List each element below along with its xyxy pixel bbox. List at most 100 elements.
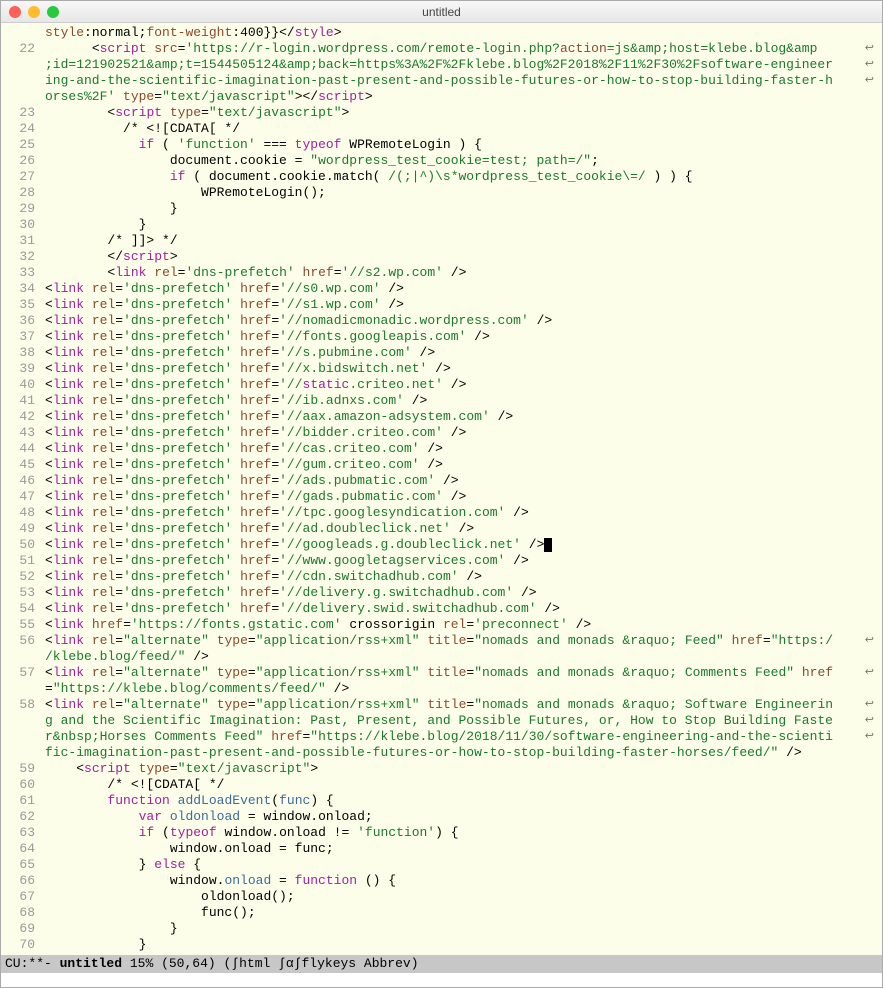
line-number: 28 bbox=[3, 185, 35, 201]
code-line[interactable]: <link rel='dns-prefetch' href='//gads.pu… bbox=[45, 489, 878, 505]
code-line[interactable]: <link rel='dns-prefetch' href='//cdn.swi… bbox=[45, 569, 878, 585]
code-line[interactable]: <link rel='dns-prefetch' href='//ads.pub… bbox=[45, 473, 878, 489]
code-line[interactable]: <link rel='dns-prefetch' href='//aax.ama… bbox=[45, 409, 878, 425]
editor-area[interactable]: 2223242526272829303132333435363738394041… bbox=[1, 23, 882, 955]
line-number bbox=[3, 729, 35, 745]
code-line[interactable]: <link rel='dns-prefetch' href='//deliver… bbox=[45, 585, 878, 601]
code-line[interactable]: g and the Scientific Imagination: Past, … bbox=[45, 713, 878, 729]
mode-line: CU:**- untitled 15% (50,64) (∫html ∫α∫fl… bbox=[1, 955, 882, 973]
code-line[interactable]: /* <![CDATA[ */ bbox=[45, 121, 878, 137]
code-line[interactable]: <link rel='dns-prefetch' href='//nomadic… bbox=[45, 313, 878, 329]
code-line[interactable]: var oldonload = window.onload; bbox=[45, 809, 878, 825]
code-line[interactable]: } bbox=[45, 201, 878, 217]
code-line[interactable]: <link rel='dns-prefetch' href='//ad.doub… bbox=[45, 521, 878, 537]
line-number: 62 bbox=[3, 809, 35, 825]
code-line[interactable]: <script src='https://r-login.wordpress.c… bbox=[45, 41, 878, 57]
code-line[interactable]: oldonload(); bbox=[45, 889, 878, 905]
code-line[interactable]: <link rel='dns-prefetch' href='//tpc.goo… bbox=[45, 505, 878, 521]
code-line[interactable]: /* <![CDATA[ */ bbox=[45, 777, 878, 793]
titlebar[interactable]: untitled bbox=[1, 1, 882, 23]
line-number: 31 bbox=[3, 233, 35, 249]
code-content[interactable]: style:normal;font-weight:400}}</style> <… bbox=[41, 23, 882, 955]
code-line[interactable]: ing-and-the-scientific-imagination-past-… bbox=[45, 73, 878, 89]
window-title: untitled bbox=[1, 5, 882, 19]
line-number bbox=[3, 745, 35, 761]
code-line[interactable]: <link rel='dns-prefetch' href='//static.… bbox=[45, 377, 878, 393]
line-number: 48 bbox=[3, 505, 35, 521]
code-line[interactable]: <script type="text/javascript"> bbox=[45, 105, 878, 121]
code-line[interactable]: } bbox=[45, 937, 878, 953]
line-number: 46 bbox=[3, 473, 35, 489]
line-number: 63 bbox=[3, 825, 35, 841]
line-number bbox=[3, 57, 35, 73]
line-number bbox=[3, 713, 35, 729]
line-number: 54 bbox=[3, 601, 35, 617]
line-number: 45 bbox=[3, 457, 35, 473]
code-line[interactable]: /klebe.blog/feed/" /> bbox=[45, 649, 878, 665]
line-number: 56 bbox=[3, 633, 35, 649]
code-line[interactable]: <link rel='dns-prefetch' href='//bidder.… bbox=[45, 425, 878, 441]
code-line[interactable]: <script type="text/javascript"> bbox=[45, 761, 878, 777]
code-line[interactable]: style:normal;font-weight:400}}</style> bbox=[45, 25, 878, 41]
code-line[interactable]: <link rel='dns-prefetch' href='//www.goo… bbox=[45, 553, 878, 569]
line-number: 67 bbox=[3, 889, 35, 905]
code-line[interactable]: <link rel='dns-prefetch' href='//s2.wp.c… bbox=[45, 265, 878, 281]
line-number: 47 bbox=[3, 489, 35, 505]
code-line[interactable]: if ( 'function' === typeof WPRemoteLogin… bbox=[45, 137, 878, 153]
line-number: 32 bbox=[3, 249, 35, 265]
code-line[interactable]: <link rel='dns-prefetch' href='//fonts.g… bbox=[45, 329, 878, 345]
line-number: 22 bbox=[3, 41, 35, 57]
line-number bbox=[3, 681, 35, 697]
modeline-percent: 15% bbox=[130, 956, 153, 971]
code-line[interactable]: <link rel='dns-prefetch' href='//gum.cri… bbox=[45, 457, 878, 473]
line-number: 61 bbox=[3, 793, 35, 809]
code-line[interactable]: ="https://klebe.blog/comments/feed/" /> bbox=[45, 681, 878, 697]
line-number: 58 bbox=[3, 697, 35, 713]
code-line[interactable]: } else { bbox=[45, 857, 878, 873]
line-number: 34 bbox=[3, 281, 35, 297]
code-line[interactable]: fic-imagination-past-present-and-possibl… bbox=[45, 745, 878, 761]
code-line[interactable]: <link href='https://fonts.gstatic.com' c… bbox=[45, 617, 878, 633]
code-line[interactable]: <link rel='dns-prefetch' href='//s0.wp.c… bbox=[45, 281, 878, 297]
code-line[interactable]: function addLoadEvent(func) { bbox=[45, 793, 878, 809]
line-number: 70 bbox=[3, 937, 35, 953]
code-line[interactable]: <link rel='dns-prefetch' href='//deliver… bbox=[45, 601, 878, 617]
code-line[interactable]: <link rel='dns-prefetch' href='//cas.cri… bbox=[45, 441, 878, 457]
line-number: 39 bbox=[3, 361, 35, 377]
line-number: 50 bbox=[3, 537, 35, 553]
code-line[interactable]: window.onload = function () { bbox=[45, 873, 878, 889]
code-line[interactable]: <link rel='dns-prefetch' href='//s1.wp.c… bbox=[45, 297, 878, 313]
line-number: 26 bbox=[3, 153, 35, 169]
code-line[interactable]: <link rel='dns-prefetch' href='//s.pubmi… bbox=[45, 345, 878, 361]
code-line[interactable]: window.onload = func; bbox=[45, 841, 878, 857]
code-line[interactable]: } bbox=[45, 921, 878, 937]
line-number: 53 bbox=[3, 585, 35, 601]
code-line[interactable]: <link rel='dns-prefetch' href='//ib.adnx… bbox=[45, 393, 878, 409]
code-line[interactable]: </script> bbox=[45, 249, 878, 265]
code-line[interactable]: /* ]]> */ bbox=[45, 233, 878, 249]
line-number bbox=[3, 649, 35, 665]
line-number: 49 bbox=[3, 521, 35, 537]
code-line[interactable]: <link rel="alternate" type="application/… bbox=[45, 665, 878, 681]
code-line[interactable]: <link rel='dns-prefetch' href='//googlea… bbox=[45, 537, 878, 553]
code-line[interactable]: } bbox=[45, 217, 878, 233]
code-line[interactable]: document.cookie = "wordpress_test_cookie… bbox=[45, 153, 878, 169]
line-number: 44 bbox=[3, 441, 35, 457]
code-line[interactable]: <link rel="alternate" type="application/… bbox=[45, 697, 878, 713]
code-line[interactable]: if (typeof window.onload != 'function') … bbox=[45, 825, 878, 841]
code-line[interactable]: <link rel='dns-prefetch' href='//x.bidsw… bbox=[45, 361, 878, 377]
line-number: 65 bbox=[3, 857, 35, 873]
code-line[interactable]: func(); bbox=[45, 905, 878, 921]
minibuffer[interactable] bbox=[1, 973, 882, 987]
line-number: 55 bbox=[3, 617, 35, 633]
code-line[interactable]: ;id=121902521&amp;t=1544505124&amp;back=… bbox=[45, 57, 878, 73]
code-line[interactable]: WPRemoteLogin(); bbox=[45, 185, 878, 201]
code-line[interactable]: r&nbsp;Horses Comments Feed" href="https… bbox=[45, 729, 878, 745]
line-number bbox=[3, 73, 35, 89]
code-line[interactable]: if ( document.cookie.match( /(;|^)\s*wor… bbox=[45, 169, 878, 185]
code-line[interactable]: <link rel="alternate" type="application/… bbox=[45, 633, 878, 649]
code-line[interactable]: orses%2F' type="text/javascript"></scrip… bbox=[45, 89, 878, 105]
modeline-position: (50,64) bbox=[161, 956, 216, 971]
line-number: 66 bbox=[3, 873, 35, 889]
line-number bbox=[3, 89, 35, 105]
